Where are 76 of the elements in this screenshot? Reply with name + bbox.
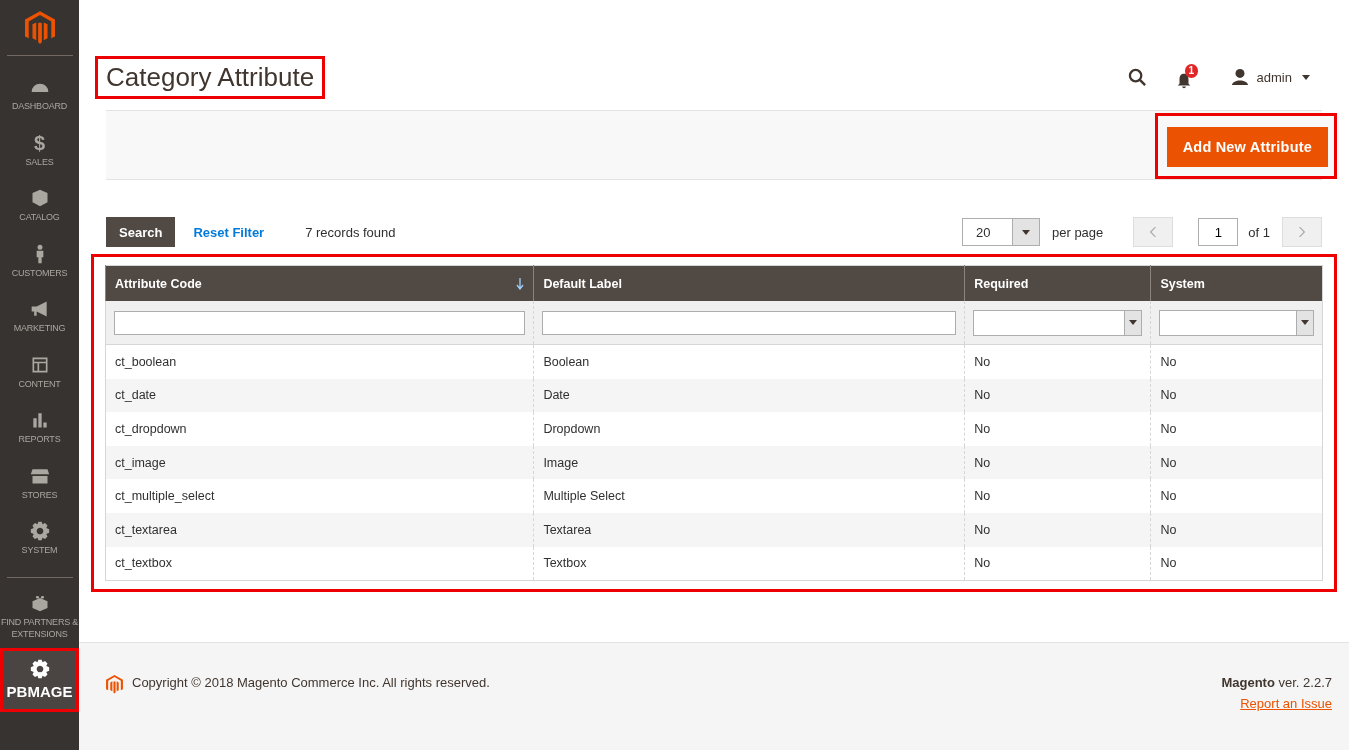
column-header[interactable]: Required bbox=[964, 265, 1151, 301]
table-cell: ct_textbox bbox=[105, 546, 534, 581]
table-cell: No bbox=[964, 479, 1151, 513]
notifications-button[interactable]: 1 bbox=[1174, 64, 1203, 90]
caret-icon bbox=[1022, 229, 1030, 235]
table-cell: ct_multiple_select bbox=[105, 479, 534, 513]
sidebar-item[interactable]: FIND PARTNERS & EXTENSIONS bbox=[0, 588, 79, 644]
filter-select[interactable] bbox=[973, 309, 1143, 336]
sidebar-item[interactable]: CONTENT bbox=[0, 344, 79, 400]
version-text: Magento ver. 2.2.7 bbox=[1221, 675, 1332, 690]
settings-icon bbox=[29, 658, 50, 679]
records-count: 7 records found bbox=[305, 224, 396, 240]
page-count: of 1 bbox=[1248, 224, 1270, 240]
filter-select[interactable] bbox=[1159, 309, 1314, 336]
table-cell: ct_dropdown bbox=[105, 412, 534, 446]
per-page-label: per page bbox=[1052, 224, 1104, 240]
chevron-left-icon bbox=[1149, 225, 1158, 239]
page-size-select[interactable]: 20 bbox=[962, 218, 1040, 246]
table-cell: ct_boolean bbox=[105, 344, 534, 379]
settings-icon bbox=[29, 521, 50, 542]
column-header[interactable]: Default Label bbox=[533, 265, 965, 301]
table-cell: Multiple Select bbox=[533, 479, 965, 513]
sidebar-item[interactable]: SYSTEM bbox=[0, 511, 79, 567]
table-cell: No bbox=[1150, 445, 1323, 480]
caret-icon bbox=[1129, 320, 1138, 325]
next-page-button[interactable] bbox=[1282, 217, 1322, 247]
table-cell: No bbox=[964, 512, 1151, 547]
table-cell: ct_date bbox=[105, 378, 534, 413]
table-cell: No bbox=[964, 378, 1151, 413]
sidebar-item[interactable]: DASHBOARD bbox=[0, 67, 79, 123]
table-cell: ct_image bbox=[105, 445, 534, 480]
table-cell: Date bbox=[533, 378, 965, 413]
sidebar-item[interactable]: CUSTOMERS bbox=[0, 233, 79, 289]
table-cell: Boolean bbox=[533, 344, 965, 379]
user-menu[interactable]: admin bbox=[1230, 68, 1310, 86]
sidebar-item[interactable]: REPORTS bbox=[0, 400, 79, 456]
user-icon bbox=[1230, 68, 1249, 86]
add-attribute-button[interactable]: Add New Attribute bbox=[1166, 127, 1328, 167]
page-title: Category Attribute bbox=[95, 56, 326, 99]
table-cell: No bbox=[1150, 412, 1323, 446]
logo-icon bbox=[106, 675, 123, 694]
sidebar-item[interactable]: CATALOG bbox=[0, 178, 79, 234]
previous-page-button[interactable] bbox=[1133, 217, 1174, 247]
caret-icon bbox=[1301, 320, 1309, 325]
table-cell: ct_textarea bbox=[105, 512, 534, 547]
table-cell: No bbox=[1150, 479, 1323, 513]
table-cell: No bbox=[1150, 512, 1323, 547]
table-cell: Textbox bbox=[533, 546, 965, 581]
table-cell: No bbox=[1150, 546, 1323, 581]
column-header[interactable]: System bbox=[1150, 265, 1323, 301]
sidebar-item[interactable]: STORES bbox=[0, 455, 79, 511]
chevron-right-icon bbox=[1298, 225, 1306, 239]
table-cell: Dropdown bbox=[533, 412, 965, 446]
logo-icon[interactable] bbox=[24, 11, 55, 45]
table-cell: No bbox=[964, 546, 1151, 581]
sidebar-item[interactable]: $ SALES bbox=[0, 122, 79, 178]
table-cell: No bbox=[1150, 344, 1323, 379]
reset-filter-link[interactable]: Reset Filter bbox=[193, 224, 265, 240]
table-cell: Image bbox=[533, 445, 965, 480]
table-cell: No bbox=[964, 445, 1151, 480]
filter-input[interactable] bbox=[114, 310, 526, 335]
sidebar-item[interactable]: MARKETING bbox=[0, 289, 79, 345]
table-cell: Textarea bbox=[533, 512, 965, 547]
caret-icon bbox=[1302, 74, 1310, 80]
sort-arrow-icon bbox=[516, 277, 525, 290]
filter-input[interactable] bbox=[542, 310, 957, 335]
page-input[interactable]: 1 bbox=[1198, 218, 1239, 246]
table-cell: No bbox=[1150, 378, 1323, 413]
column-header[interactable]: Attribute Code bbox=[105, 265, 534, 301]
report-issue-link[interactable]: Report an Issue bbox=[1240, 696, 1332, 711]
search-button[interactable]: Search bbox=[106, 217, 176, 247]
sidebar-item[interactable]: PBMAGE bbox=[0, 648, 79, 712]
search-icon[interactable] bbox=[1127, 67, 1147, 87]
table-cell: No bbox=[964, 412, 1151, 446]
copyright-text: Copyright © 2018 Magento Commerce Inc. All rights reserved. bbox=[132, 675, 490, 690]
table-cell: No bbox=[964, 344, 1151, 379]
